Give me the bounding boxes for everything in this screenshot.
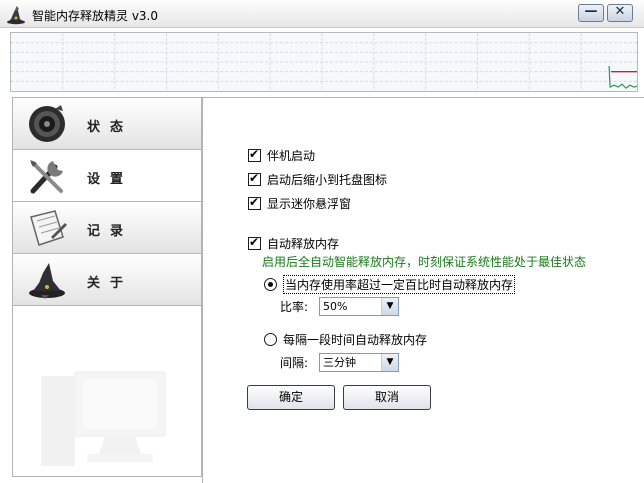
wizard-hat-icon (7, 6, 25, 25)
checkbox-box[interactable] (248, 171, 261, 186)
radio-dot[interactable] (264, 333, 277, 346)
checkbox-box[interactable] (248, 147, 261, 162)
sidebar-item-status[interactable]: 状态 (13, 98, 201, 150)
minimize-to-tray-label: 启动后缩小到托盘图标 (267, 173, 388, 187)
auto-release-label: 自动释放内存 (267, 237, 340, 251)
wizard-icon (29, 263, 65, 299)
sidebar-item-settings[interactable]: 设置 (13, 150, 201, 202)
ok-button[interactable]: 确定 (247, 385, 335, 410)
sidebar-item-label: 记录 (87, 224, 134, 239)
tools-icon (30, 160, 63, 194)
speaker-icon (29, 105, 65, 142)
checkbox-box[interactable] (248, 235, 261, 250)
window-title: 智能内存释放精灵 v3.0 (32, 9, 159, 23)
sidebar: 状态 设置 记录 关于 (12, 97, 202, 477)
startup-label: 伴机启动 (267, 149, 316, 163)
sidebar-item-label: 关于 (87, 276, 134, 291)
sidebar-item-label: 设置 (87, 172, 134, 187)
close-button[interactable]: ✕ (607, 4, 633, 22)
radio-dot[interactable] (264, 278, 277, 291)
show-float-window-checkbox[interactable]: 显示迷你悬浮窗 (248, 195, 351, 212)
chevron-down-icon[interactable]: ▼ (381, 354, 398, 371)
auto-release-checkbox[interactable]: 自动释放内存 (248, 235, 339, 252)
graph-line (608, 65, 637, 89)
startup-checkbox[interactable]: 伴机启动 (248, 147, 315, 164)
ratio-mode-radio[interactable]: 当内存使用率超过一定百比时自动释放内存 (264, 275, 516, 294)
minimize-button[interactable]: — (578, 4, 604, 22)
ratio-label: 比率: (280, 300, 309, 314)
computer-watermark-icon (41, 371, 166, 466)
ratio-mode-label: 当内存使用率超过一定百比时自动释放内存 (283, 275, 516, 294)
minimize-to-tray-checkbox[interactable]: 启动后缩小到托盘图标 (248, 171, 387, 188)
ratio-select[interactable]: 50% ▼ (319, 297, 399, 316)
checkbox-box[interactable] (248, 195, 261, 210)
sidebar-item-log[interactable]: 记录 (13, 202, 201, 254)
interval-mode-radio[interactable]: 每隔一段时间自动释放内存 (264, 331, 427, 348)
cancel-button[interactable]: 取消 (343, 385, 431, 410)
auto-release-hint: 启用后全自动智能释放内存，时刻保证系统性能处于最佳状态 (262, 255, 587, 269)
interval-mode-label: 每隔一段时间自动释放内存 (283, 333, 428, 347)
show-float-window-label: 显示迷你悬浮窗 (267, 197, 352, 211)
memory-usage-graph (10, 32, 638, 92)
interval-select[interactable]: 三分钟 ▼ (319, 353, 399, 372)
sidebar-item-label: 状态 (87, 120, 134, 135)
sidebar-item-about[interactable]: 关于 (13, 254, 201, 306)
title-bar: 智能内存释放精灵 v3.0 — ✕ (0, 0, 644, 28)
interval-label: 间隔: (280, 356, 309, 370)
interval-select-value: 三分钟 (323, 356, 356, 369)
ratio-select-value: 50% (323, 300, 348, 313)
chevron-down-icon[interactable]: ▼ (381, 298, 398, 315)
notebook-icon (30, 210, 67, 246)
